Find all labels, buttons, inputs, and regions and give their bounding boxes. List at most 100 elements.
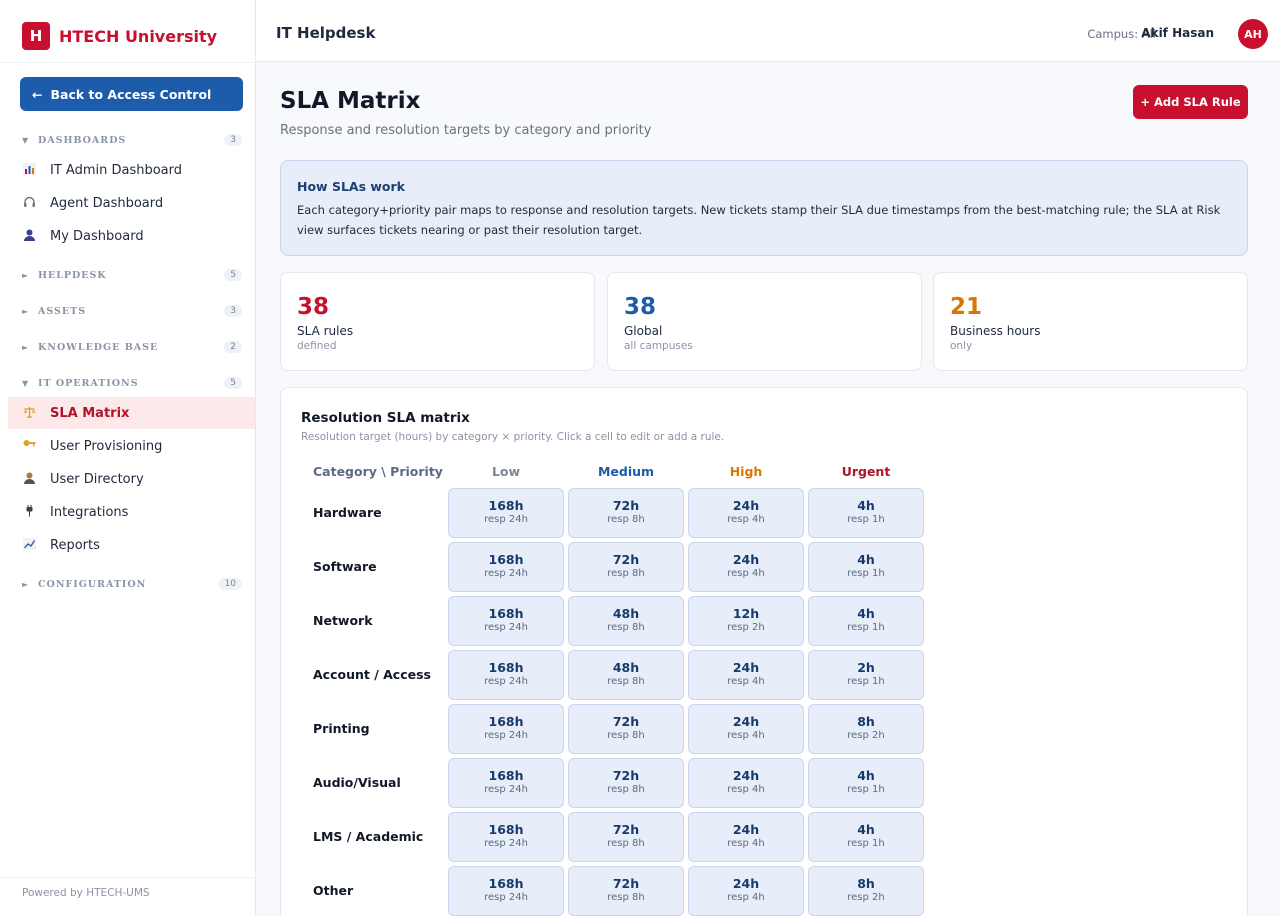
caret-right-icon: ►: [22, 270, 30, 280]
sla-cell[interactable]: 168h resp 24h: [448, 542, 564, 592]
section-configuration[interactable]: ► CONFIGURATION 10: [22, 576, 242, 592]
sla-cell[interactable]: 24h resp 4h: [688, 866, 804, 916]
sla-cell[interactable]: 4h resp 1h: [808, 812, 924, 862]
section-assets[interactable]: ► ASSETS 3: [22, 303, 242, 319]
sla-cell[interactable]: 72h resp 8h: [568, 812, 684, 862]
sla-cell[interactable]: 24h resp 4h: [688, 488, 804, 538]
sidebar-item-integrations[interactable]: Integrations: [8, 496, 255, 528]
resolution-target: 4h: [857, 768, 875, 783]
resolution-target: 24h: [732, 714, 760, 729]
resolution-target: 168h: [488, 660, 524, 675]
response-target: resp 1h: [847, 622, 885, 633]
stat-card-business-hours: 21 Business hours only: [933, 272, 1248, 371]
response-target: resp 4h: [727, 676, 765, 687]
person-icon: [22, 472, 36, 487]
response-target: resp 8h: [607, 730, 645, 741]
section-it-operations[interactable]: ▼ IT OPERATIONS 5: [22, 375, 242, 391]
resolution-target: 24h: [732, 876, 760, 891]
response-target: resp 2h: [727, 622, 765, 633]
section-count-badge: 2: [224, 341, 242, 353]
sla-cell[interactable]: 12h resp 2h: [688, 596, 804, 646]
section-label: KNOWLEDGE BASE: [38, 341, 159, 353]
priority-header-urgent: Urgent: [841, 464, 891, 479]
sla-cell[interactable]: 48h resp 8h: [568, 596, 684, 646]
sidebar-item-label: Integrations: [50, 504, 129, 520]
response-target: resp 4h: [727, 568, 765, 579]
divider: [0, 62, 256, 63]
resolution-target: 48h: [612, 606, 640, 621]
response-target: resp 24h: [484, 784, 528, 795]
sla-cell[interactable]: 168h resp 24h: [448, 704, 564, 754]
sidebar-item-label: Reports: [50, 537, 100, 553]
response-target: resp 8h: [607, 838, 645, 849]
sla-cell[interactable]: 24h resp 4h: [688, 704, 804, 754]
headset-icon: [22, 196, 36, 211]
resolution-target: 72h: [612, 822, 640, 837]
topbar: IT Helpdesk Campus: All Akif Hasan AH: [256, 0, 1280, 62]
arrow-left-icon: ←: [32, 86, 43, 102]
sidebar-item-my-dashboard[interactable]: My Dashboard: [8, 220, 255, 252]
resolution-target: 24h: [732, 660, 760, 675]
sla-cell[interactable]: 48h resp 8h: [568, 650, 684, 700]
brand[interactable]: H HTECH University: [22, 22, 217, 50]
sla-cell[interactable]: 4h resp 1h: [808, 758, 924, 808]
sla-cell[interactable]: 168h resp 24h: [448, 812, 564, 862]
sidebar-item-it-admin-dashboard[interactable]: IT Admin Dashboard: [8, 154, 255, 186]
resolution-target: 24h: [732, 498, 760, 513]
sla-cell[interactable]: 8h resp 2h: [808, 704, 924, 754]
sla-cell[interactable]: 168h resp 24h: [448, 596, 564, 646]
sidebar-footer: Powered by HTECH-UMS: [0, 877, 256, 916]
sla-cell[interactable]: 168h resp 24h: [448, 650, 564, 700]
category-label: Hardware: [313, 505, 382, 520]
resolution-target: 168h: [488, 714, 524, 729]
sla-cell[interactable]: 24h resp 4h: [688, 650, 804, 700]
sidebar-item-user-directory[interactable]: User Directory: [8, 463, 255, 495]
sla-cell[interactable]: 4h resp 1h: [808, 488, 924, 538]
sla-cell[interactable]: 4h resp 1h: [808, 542, 924, 592]
page-title: SLA Matrix: [280, 88, 421, 114]
sidebar-item-agent-dashboard[interactable]: Agent Dashboard: [8, 187, 255, 219]
sla-cell[interactable]: 72h resp 8h: [568, 488, 684, 538]
sla-cell[interactable]: 168h resp 24h: [448, 866, 564, 916]
sidebar-item-sla-matrix[interactable]: SLA Matrix: [8, 397, 255, 429]
sla-cell[interactable]: 72h resp 8h: [568, 758, 684, 808]
sidebar-item-label: SLA Matrix: [50, 405, 130, 421]
sidebar-item-label: IT Admin Dashboard: [50, 162, 182, 178]
sla-cell[interactable]: 8h resp 2h: [808, 866, 924, 916]
back-to-access-control-button[interactable]: ← Back to Access Control: [20, 77, 243, 111]
category-label: Account / Access: [313, 667, 431, 682]
key-icon: [22, 439, 36, 454]
scales-icon: [22, 406, 36, 421]
stat-label: SLA rules: [297, 324, 354, 338]
sla-cell[interactable]: 4h resp 1h: [808, 596, 924, 646]
caret-right-icon: ►: [22, 342, 30, 352]
line-chart-icon: [22, 537, 36, 553]
sla-cell[interactable]: 2h resp 1h: [808, 650, 924, 700]
sla-cell[interactable]: 24h resp 4h: [688, 542, 804, 592]
avatar[interactable]: AH: [1238, 19, 1268, 49]
sidebar-item-user-provisioning[interactable]: User Provisioning: [8, 430, 255, 462]
sla-cell[interactable]: 72h resp 8h: [568, 704, 684, 754]
section-knowledge-base[interactable]: ► KNOWLEDGE BASE 2: [22, 339, 242, 355]
section-count-badge: 5: [224, 269, 242, 281]
sidebar-item-label: User Directory: [50, 471, 144, 487]
response-target: resp 24h: [484, 568, 528, 579]
section-dashboards[interactable]: ▼ DASHBOARDS 3: [22, 132, 242, 148]
resolution-target: 4h: [857, 822, 875, 837]
user-name[interactable]: Akif Hasan: [1141, 26, 1214, 40]
add-sla-rule-button[interactable]: + Add SLA Rule: [1133, 85, 1248, 119]
sidebar-item-reports[interactable]: Reports: [8, 529, 255, 561]
sla-cell[interactable]: 168h resp 24h: [448, 488, 564, 538]
sla-cell[interactable]: 168h resp 24h: [448, 758, 564, 808]
sla-cell[interactable]: 24h resp 4h: [688, 758, 804, 808]
response-target: resp 24h: [484, 514, 528, 525]
section-label: ASSETS: [38, 305, 87, 317]
sla-cell[interactable]: 72h resp 8h: [568, 542, 684, 592]
section-helpdesk[interactable]: ► HELPDESK 5: [22, 267, 242, 283]
sla-cell[interactable]: 24h resp 4h: [688, 812, 804, 862]
response-target: resp 4h: [727, 514, 765, 525]
stat-card-global: 38 Global all campuses: [607, 272, 922, 371]
resolution-target: 4h: [857, 606, 875, 621]
sla-cell[interactable]: 72h resp 8h: [568, 866, 684, 916]
back-button-label: Back to Access Control: [50, 86, 212, 102]
